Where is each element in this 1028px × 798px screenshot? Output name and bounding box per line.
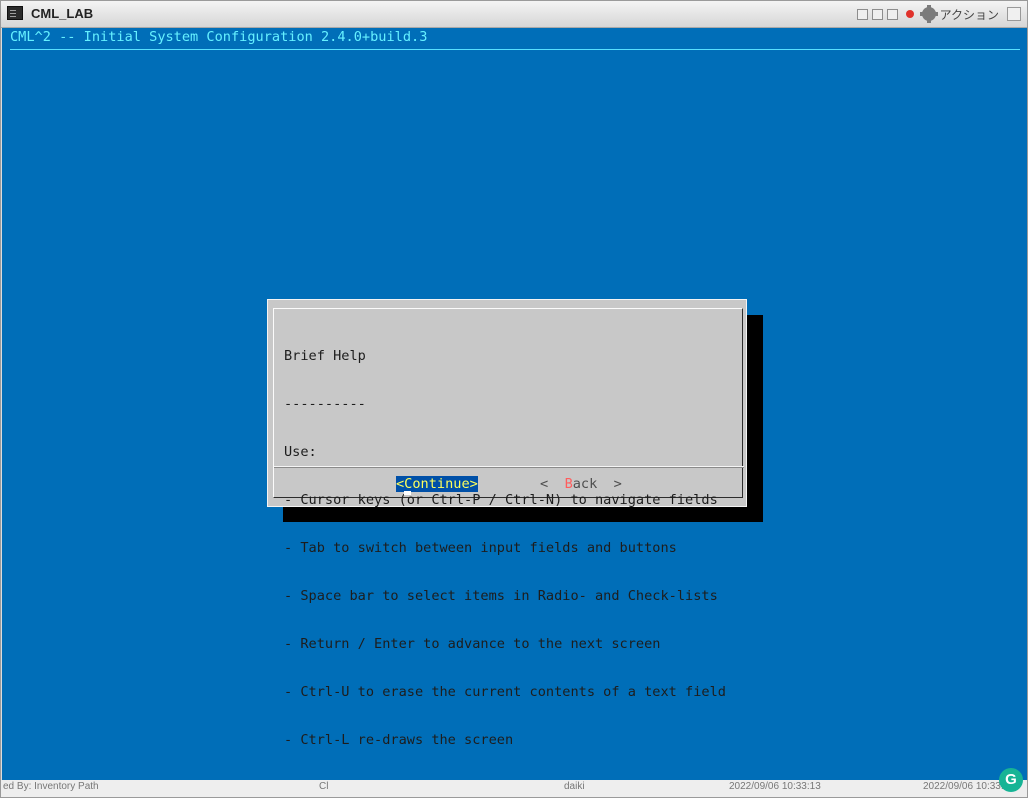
gear-icon[interactable] [919, 5, 938, 23]
window-mode-icon-3[interactable] [886, 8, 898, 20]
record-icon[interactable] [905, 10, 914, 18]
continue-button[interactable]: <Continue> [396, 476, 478, 492]
dialog-buttons: <Continue> < Back > [268, 476, 748, 494]
window-mode-icon-1[interactable] [856, 8, 868, 20]
help-text: Brief Help ---------- Use: - Cursor keys… [284, 316, 726, 780]
title-controls: アクション [856, 5, 999, 23]
dialog-button-separator [274, 466, 744, 468]
vm-console-window: CML_LAB アクション CML^2 -- Initial System Co… [0, 0, 1028, 798]
help-line-ctrl-u: - Ctrl-U to erase the current contents o… [284, 684, 726, 700]
terminal-icon [7, 6, 23, 20]
back-button[interactable]: < Back > [540, 476, 622, 492]
help-line-ctrl-l: - Ctrl-L re-draws the screen [284, 732, 514, 748]
help-line-return: - Return / Enter to advance to the next … [284, 636, 661, 652]
header-separator [10, 49, 1020, 50]
back-button-prefix: < [540, 476, 565, 492]
grammarly-badge-icon[interactable]: G [999, 768, 1023, 792]
terminal-header: CML^2 -- Initial System Configuration 2.… [10, 29, 428, 45]
back-button-rest: ack > [572, 476, 622, 492]
window-titlebar: CML_LAB アクション [1, 1, 1027, 28]
text-cursor [404, 491, 411, 495]
help-underline: ---------- [284, 396, 366, 412]
back-button-hotkey: B [564, 476, 573, 492]
help-use-label: Use: [284, 444, 317, 460]
help-line-tab: - Tab to switch between input fields and… [284, 540, 677, 556]
brief-help-dialog: Brief Help ---------- Use: - Cursor keys… [267, 299, 748, 748]
help-title: Brief Help [284, 348, 366, 364]
window-title: CML_LAB [31, 6, 94, 21]
strip-text-3: daiki [564, 781, 585, 792]
strip-text-2: Cl [319, 781, 329, 792]
window-close-icon[interactable] [1007, 7, 1021, 21]
action-menu-label[interactable]: アクション [940, 6, 999, 23]
terminal-screen[interactable]: CML^2 -- Initial System Configuration 2.… [2, 28, 1027, 797]
help-line-cursor-keys: - Cursor keys (or Ctrl-P / Ctrl-N) to na… [284, 492, 718, 508]
help-line-space: - Space bar to select items in Radio- an… [284, 588, 718, 604]
bottom-partial-strip: ed By: Inventory Path Cl daiki 2022/09/0… [1, 780, 1027, 797]
strip-text-1: ed By: Inventory Path [3, 781, 99, 792]
window-mode-icon-2[interactable] [871, 8, 883, 20]
strip-text-4: 2022/09/06 10:33:13 [729, 781, 821, 792]
